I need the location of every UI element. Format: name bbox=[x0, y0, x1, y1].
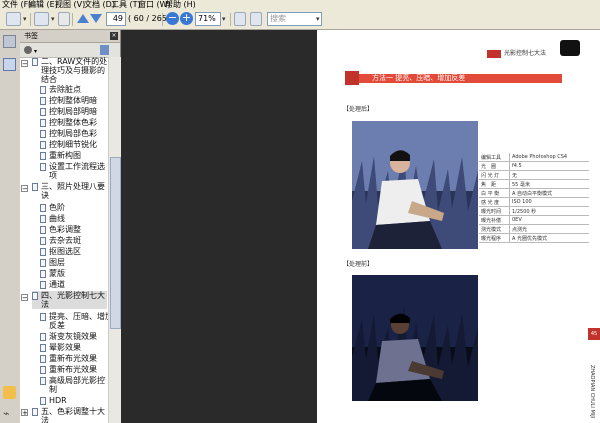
table-row: 编辑工具 Adobe Photoshop CS4 bbox=[479, 153, 589, 162]
new-bookmark-icon[interactable] bbox=[100, 45, 109, 55]
zoom-in-icon[interactable]: + bbox=[180, 12, 193, 25]
table-row: 曝光补偿 0EV bbox=[479, 215, 589, 225]
document-background bbox=[121, 30, 317, 423]
original-photo bbox=[352, 275, 478, 401]
table-row: 光 圈 f4.5 bbox=[479, 161, 589, 171]
table-row: 曝光时间 1/2500 秒 bbox=[479, 206, 589, 216]
print-dropdown-icon[interactable]: ▾ bbox=[23, 12, 27, 26]
menu-file[interactable]: 文件 (F) bbox=[2, 0, 31, 10]
search-input[interactable]: 搜索 bbox=[267, 12, 322, 26]
table-row: 感 光 度 ISO 100 bbox=[479, 197, 589, 207]
options-icon[interactable] bbox=[24, 46, 32, 54]
zoom-dropdown-icon[interactable]: ▾ bbox=[222, 12, 226, 26]
previous-page-icon[interactable] bbox=[77, 14, 89, 23]
bookmarks-icon[interactable] bbox=[3, 58, 16, 71]
before-label: 【处理前】 bbox=[343, 261, 374, 268]
fit-page-icon[interactable] bbox=[234, 12, 246, 26]
after-label: 【处理后】 bbox=[343, 106, 374, 113]
navigation-strip: ⌁ bbox=[0, 30, 21, 423]
toolbar: ▾ ▾ 49 ( 60 / 265 ) − + 71% ▾ 搜索 ▾ bbox=[0, 10, 600, 30]
bookmarks-toolbar: ▾ bbox=[20, 43, 120, 58]
table-row: 曝光程序 A 光圈优先模式 bbox=[479, 233, 589, 243]
fit-width-icon[interactable] bbox=[250, 12, 262, 26]
menu-edit[interactable]: 编辑 (E) bbox=[28, 0, 58, 10]
title-marker bbox=[345, 71, 359, 85]
attachment-icon[interactable]: ⌁ bbox=[3, 407, 16, 420]
table-row: 白 平 衡A 自动白平衡模式 bbox=[479, 188, 589, 198]
menu-tools[interactable]: 工具 (T) bbox=[111, 0, 141, 10]
bookmark-item-selected[interactable]: 四、光影控制七大 法 bbox=[32, 291, 107, 309]
comments-icon[interactable] bbox=[3, 386, 16, 399]
side-running-title: ZHAOPIAN CHULI MIJI bbox=[589, 365, 595, 419]
section-title: 方法一 提亮、压暗、增加反差 bbox=[372, 74, 466, 82]
chapter-badge bbox=[487, 50, 501, 58]
options-dropdown-icon[interactable]: ▾ bbox=[34, 48, 37, 55]
table-row: 闪 光 灯无 bbox=[479, 170, 589, 180]
exif-table: 编辑工具 Adobe Photoshop CS4 光 圈 f4.5 闪 光 灯无 焦… bbox=[479, 153, 589, 243]
close-icon[interactable]: × bbox=[110, 32, 118, 40]
email-dropdown-icon[interactable]: ▾ bbox=[51, 12, 55, 26]
scrollbar-thumb[interactable] bbox=[110, 157, 121, 329]
bookmarks-list: − 二、RAW文件的处 理技巧及与摄影的 结合 去除脏点 控制整体明暗 控制局部… bbox=[21, 57, 108, 423]
menu-view[interactable]: 视图 (V) bbox=[55, 0, 85, 10]
processed-photo bbox=[352, 121, 478, 249]
next-page-icon[interactable] bbox=[90, 14, 102, 23]
zoom-input[interactable]: 71% bbox=[195, 12, 221, 26]
collapse-toggle[interactable]: − bbox=[21, 185, 28, 193]
bookmarks-panel: 书签 × ▾ − 二、RAW文件的处 理技巧及与摄影的 结合 去除脏点 控制整体… bbox=[20, 30, 121, 423]
collapse-toggle[interactable]: − bbox=[21, 294, 28, 302]
zoom-out-icon[interactable]: − bbox=[166, 12, 179, 25]
email-icon[interactable] bbox=[34, 12, 49, 26]
expand-toggle[interactable]: + bbox=[21, 409, 28, 417]
camera-icon bbox=[560, 40, 580, 56]
page-number-tab: 45 bbox=[588, 328, 600, 340]
collapse-toggle[interactable]: − bbox=[21, 60, 28, 68]
print-icon[interactable] bbox=[6, 12, 21, 26]
document-page: 光影控制七大法 方法一 提亮、压暗、增加反差 【处理后】 编辑工具 Adobe P… bbox=[317, 30, 600, 423]
menu-help[interactable]: 帮助 (H) bbox=[165, 0, 196, 10]
hand-icon[interactable] bbox=[58, 12, 70, 26]
bookmark-item[interactable]: 二、RAW文件的处 理技巧及与摄影的 结合 bbox=[32, 57, 107, 84]
header-text: 光影控制七大法 bbox=[504, 50, 547, 57]
page-number-input[interactable]: 49 bbox=[106, 12, 126, 26]
bookmarks-title: 书签 bbox=[24, 32, 38, 40]
bookmarks-header: 书签 × bbox=[20, 30, 120, 43]
search-dropdown-icon[interactable]: ▾ bbox=[316, 12, 320, 26]
bookmarks-scrollbar[interactable] bbox=[108, 57, 121, 423]
table-row: 焦 距 55 毫米 bbox=[479, 179, 589, 189]
table-row: 测光模式 点测光 bbox=[479, 224, 589, 234]
pages-icon[interactable] bbox=[3, 35, 16, 48]
